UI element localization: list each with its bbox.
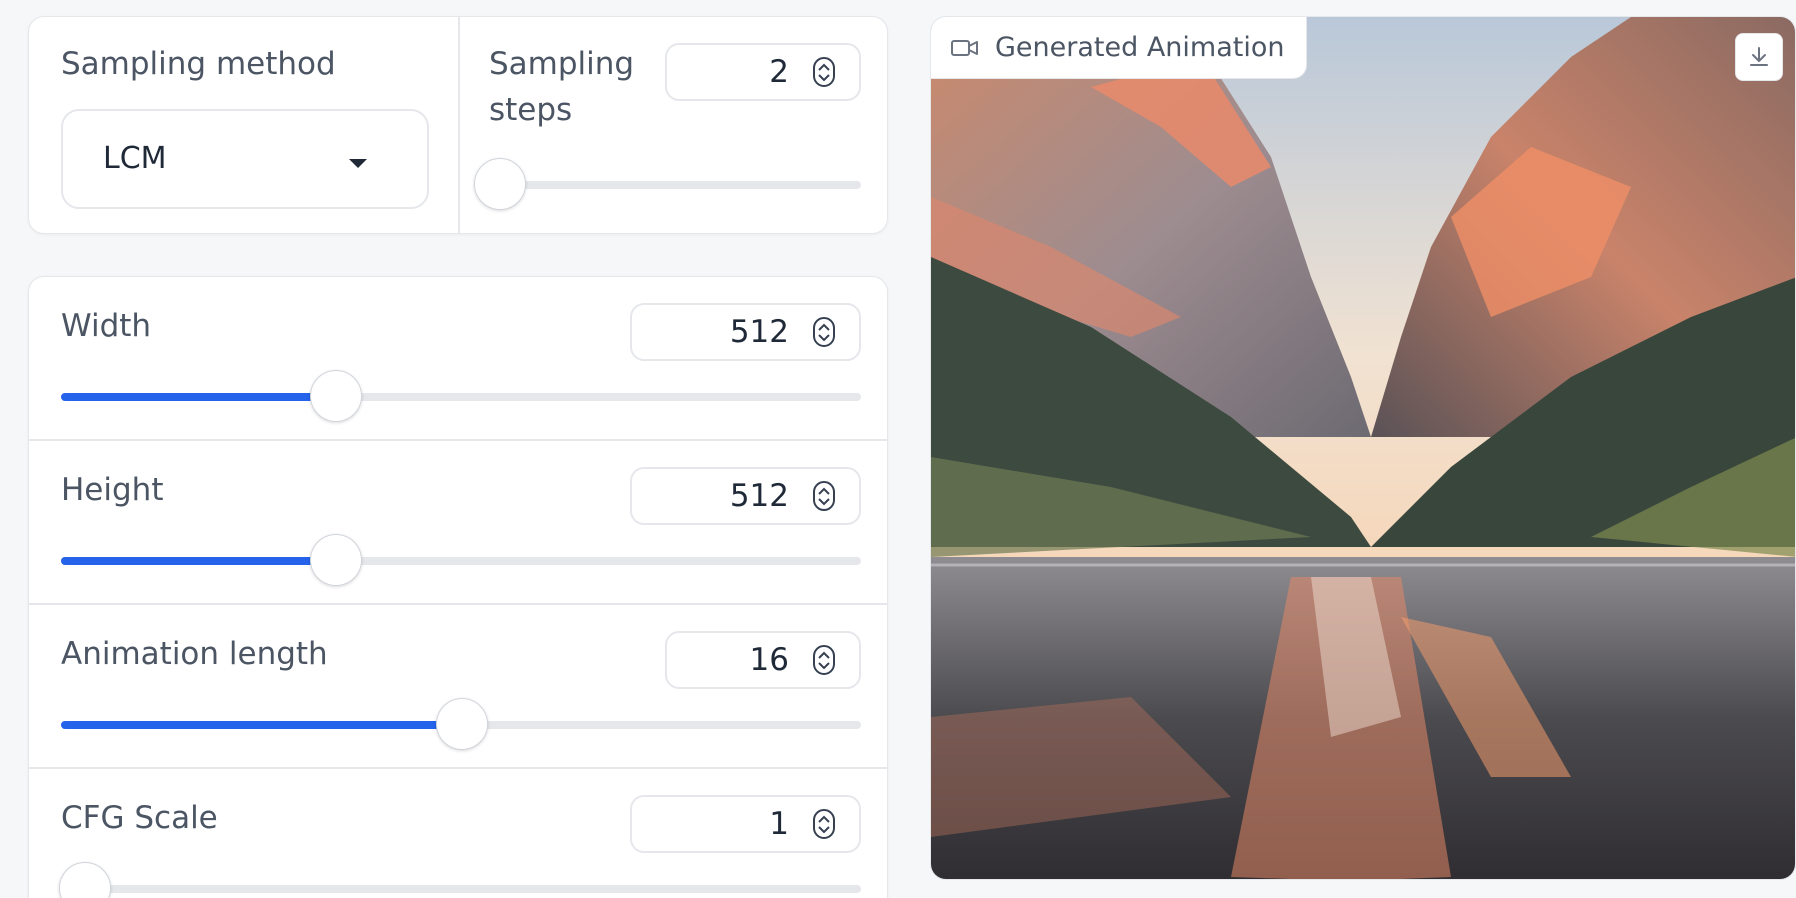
slider-thumb[interactable]: [310, 370, 363, 422]
slider-thumb[interactable]: [435, 698, 488, 750]
panel-divider: [458, 17, 460, 233]
width-slider[interactable]: [61, 370, 861, 422]
animation-frame: [931, 17, 1795, 879]
animation-length-value: 16: [749, 642, 789, 678]
video-camera-icon: [951, 39, 978, 56]
cfg-scale-slider[interactable]: [59, 862, 861, 898]
spinner-icon[interactable]: [813, 317, 835, 347]
sampling-method-value: LCM: [103, 141, 167, 176]
slider-fill: [61, 721, 462, 729]
width-label: Width: [61, 308, 152, 344]
height-label: Height: [61, 472, 164, 508]
animation-length-label: Animation length: [61, 636, 328, 672]
sampling-steps-slider[interactable]: [474, 158, 861, 210]
height-value: 512: [729, 478, 789, 514]
download-icon: [1750, 47, 1768, 66]
width-value: 512: [729, 314, 789, 350]
generated-animation-title: Generated Animation: [995, 32, 1285, 63]
animation-length-input[interactable]: 16: [665, 631, 861, 689]
sampling-steps-value: 2: [769, 54, 789, 90]
slider-fill: [61, 557, 337, 565]
slider-thumb[interactable]: [474, 158, 527, 210]
height-input[interactable]: 512: [630, 467, 861, 525]
sampling-method-label: Sampling method: [61, 46, 336, 82]
dimensions-panel: Width 512 Height 512 Animation length 16: [28, 276, 888, 898]
slider-thumb[interactable]: [59, 862, 111, 898]
cfg-scale-value: 1: [769, 806, 789, 842]
sampling-panel: Sampling method LCM Sampling steps 2: [28, 16, 888, 234]
download-button[interactable]: [1735, 33, 1783, 81]
animation-length-slider[interactable]: [61, 698, 861, 750]
spinner-icon[interactable]: [813, 481, 835, 511]
generated-animation-label: Generated Animation: [931, 17, 1308, 79]
spinner-icon[interactable]: [813, 645, 835, 675]
sampling-steps-input[interactable]: 2: [665, 43, 861, 101]
height-slider[interactable]: [61, 534, 861, 586]
chevron-down-icon: [349, 159, 367, 168]
width-input[interactable]: 512: [630, 303, 861, 361]
row-divider: [29, 439, 887, 441]
spinner-icon[interactable]: [813, 57, 835, 87]
sampling-method-dropdown[interactable]: LCM: [61, 109, 429, 209]
sampling-steps-label: Sampling steps: [489, 46, 635, 128]
cfg-scale-label: CFG Scale: [61, 800, 218, 836]
slider-fill: [61, 393, 337, 401]
row-divider: [29, 767, 887, 769]
spinner-icon[interactable]: [813, 809, 835, 839]
generated-animation-panel: Generated Animation: [930, 16, 1796, 880]
cfg-scale-input[interactable]: 1: [630, 795, 861, 853]
slider-thumb[interactable]: [310, 534, 363, 586]
row-divider: [29, 603, 887, 605]
